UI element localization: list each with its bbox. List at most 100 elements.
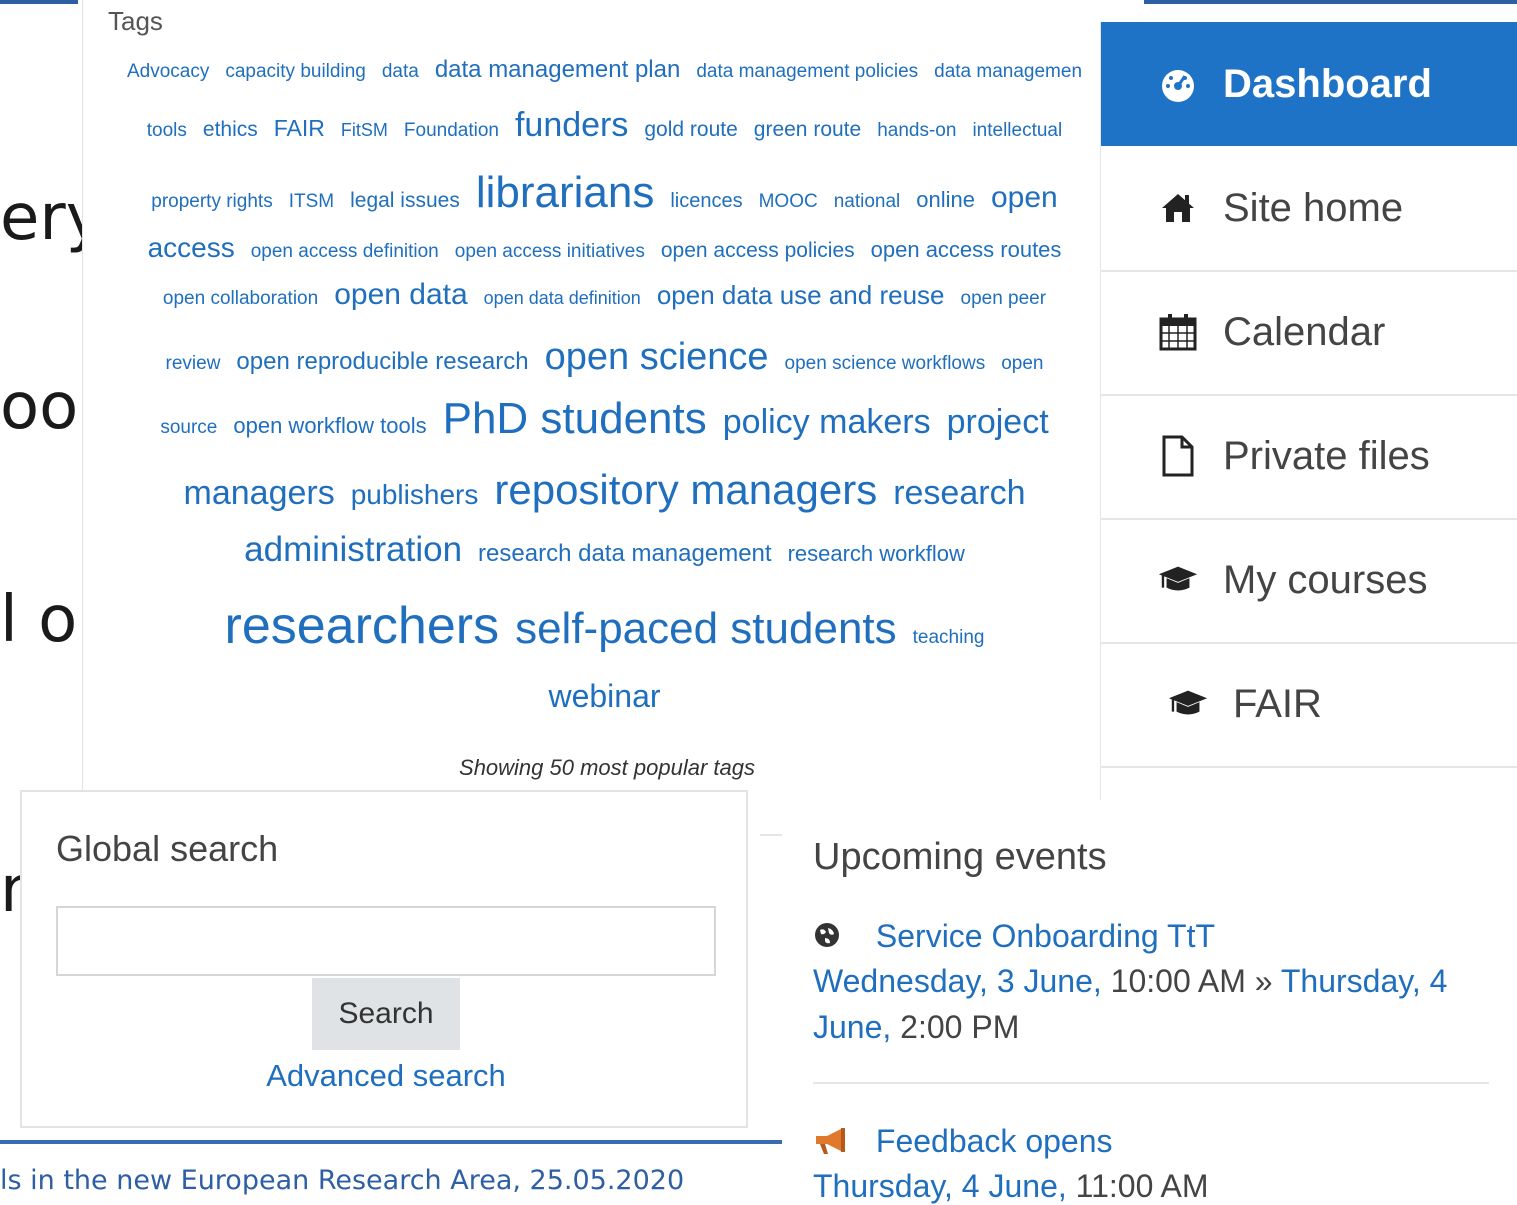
event-item: Feedback opens bbox=[813, 1123, 1113, 1164]
tag-link[interactable]: data managemen bbox=[934, 61, 1082, 83]
tag-link[interactable]: repository managers bbox=[494, 466, 877, 514]
nav-item-private-files[interactable]: Private files bbox=[1101, 394, 1517, 520]
event-date-link[interactable]: Wednesday, 3 June, bbox=[813, 963, 1102, 999]
tag-link[interactable]: open access definition bbox=[251, 241, 439, 263]
globe-icon bbox=[813, 920, 845, 957]
tag-link[interactable]: national bbox=[834, 191, 901, 213]
tag-link[interactable]: data management plan bbox=[435, 56, 681, 84]
tag-link[interactable]: ITSM bbox=[289, 191, 334, 213]
dashboard-icon bbox=[1157, 63, 1199, 105]
tag-link[interactable]: open access routes bbox=[871, 237, 1062, 263]
tag-link[interactable]: research bbox=[893, 474, 1025, 513]
tag-cloud-line: administration research data management re… bbox=[112, 530, 1097, 570]
tag-link[interactable]: self-paced students bbox=[515, 604, 897, 654]
tag-link[interactable]: property rights bbox=[151, 191, 272, 213]
search-button[interactable]: Search bbox=[312, 978, 460, 1050]
divider bbox=[813, 1082, 1489, 1084]
tag-link[interactable]: project bbox=[947, 403, 1049, 442]
tag-cloud-line: open collaboration open data open data def… bbox=[112, 278, 1097, 312]
slide-top-line bbox=[0, 0, 78, 4]
tag-link[interactable]: research data management bbox=[478, 540, 772, 568]
tag-link[interactable]: FAIR bbox=[274, 115, 325, 142]
file-icon bbox=[1157, 435, 1199, 477]
tag-link[interactable]: hands-on bbox=[877, 120, 956, 142]
tag-link[interactable]: gold route bbox=[644, 118, 737, 142]
advanced-search-link: Advanced search bbox=[22, 1058, 750, 1094]
tag-link[interactable]: access bbox=[148, 232, 235, 264]
tag-link[interactable]: researchers bbox=[225, 596, 500, 656]
tag-link[interactable]: open data use and reuse bbox=[657, 280, 945, 311]
nav-item-my-courses[interactable]: My courses bbox=[1101, 518, 1517, 644]
event-time: 2:00 PM bbox=[891, 1009, 1020, 1045]
event-time-range-cont: June, 2:00 PM bbox=[813, 1009, 1019, 1046]
tag-link[interactable]: librarians bbox=[476, 168, 655, 218]
graduation-cap-icon bbox=[1157, 559, 1199, 601]
upcoming-events-title: Upcoming events bbox=[813, 836, 1107, 878]
tag-link[interactable]: webinar bbox=[548, 678, 660, 715]
event-date-link[interactable]: Thursday, 4 bbox=[1281, 963, 1448, 999]
tag-link[interactable]: open reproducible research bbox=[236, 348, 528, 376]
tag-link[interactable]: data management policies bbox=[696, 61, 918, 83]
tag-link[interactable]: Foundation bbox=[404, 120, 499, 142]
tag-link[interactable]: FitSM bbox=[341, 120, 388, 141]
tag-link[interactable]: open peer bbox=[961, 288, 1047, 310]
event-name-link[interactable]: Service Onboarding TtT bbox=[876, 918, 1215, 954]
tag-link[interactable]: ethics bbox=[203, 118, 258, 142]
tag-link[interactable]: online bbox=[916, 187, 975, 213]
event-name-link[interactable]: Feedback opens bbox=[876, 1123, 1113, 1159]
advanced-search-link-text[interactable]: Advanced search bbox=[266, 1058, 506, 1093]
tag-link[interactable]: policy makers bbox=[723, 403, 931, 442]
tag-link[interactable]: administration bbox=[244, 530, 462, 570]
tag-link[interactable]: green route bbox=[754, 118, 861, 142]
tag-link[interactable]: managers bbox=[184, 474, 335, 513]
tag-link[interactable]: tools bbox=[147, 120, 187, 142]
event-date-link[interactable]: June, bbox=[813, 1009, 891, 1045]
nav-item-label: Calendar bbox=[1223, 309, 1386, 354]
tag-link[interactable]: research workflow bbox=[788, 541, 965, 567]
tag-link[interactable]: data bbox=[382, 61, 419, 83]
tag-link[interactable]: intellectual bbox=[972, 120, 1062, 142]
calendar-icon bbox=[1157, 311, 1199, 353]
tag-link[interactable]: source bbox=[160, 417, 217, 439]
event-date-link[interactable]: Thursday, 4 June, bbox=[813, 1168, 1067, 1204]
tag-link[interactable]: open science workflows bbox=[785, 353, 986, 375]
tag-link[interactable]: teaching bbox=[913, 627, 985, 649]
event-item: Service Onboarding TtT bbox=[813, 918, 1215, 957]
tag-link[interactable]: publishers bbox=[351, 479, 479, 511]
tag-link[interactable]: MOOC bbox=[759, 191, 818, 213]
nav-item-label: My courses bbox=[1223, 557, 1428, 602]
tag-link[interactable]: capacity building bbox=[225, 61, 365, 83]
tag-link[interactable]: open access policies bbox=[661, 239, 855, 263]
tag-link[interactable]: PhD students bbox=[443, 394, 707, 444]
tag-cloud-line: access open access definition open access … bbox=[112, 232, 1097, 264]
nav-item-label: Private files bbox=[1223, 433, 1430, 478]
tag-link[interactable]: open data definition bbox=[484, 288, 641, 309]
tag-link[interactable]: review bbox=[166, 353, 221, 375]
event-time: 11:00 AM bbox=[1066, 1168, 1209, 1204]
tag-link[interactable]: open collaboration bbox=[163, 288, 318, 310]
tag-link[interactable]: open bbox=[1001, 353, 1043, 375]
event-time-range: Wednesday, 3 June, 10:00 AM » Thursday, … bbox=[813, 963, 1447, 1000]
tag-link[interactable]: licences bbox=[670, 190, 742, 213]
tag-link[interactable]: Advocacy bbox=[127, 61, 209, 83]
nav-item-label: Site home bbox=[1223, 185, 1404, 230]
tag-cloud-line: property rights ITSM legal issues librarian… bbox=[112, 168, 1097, 218]
tags-note: Showing 50 most popular tags bbox=[459, 755, 755, 780]
slide-footer-text: ls in the new European Research Area, 25… bbox=[0, 1165, 685, 1196]
nav-item-calendar[interactable]: Calendar bbox=[1101, 270, 1517, 396]
tag-link[interactable]: open access initiatives bbox=[455, 241, 645, 263]
tag-link[interactable]: open workflow tools bbox=[233, 413, 426, 439]
tag-link[interactable]: open science bbox=[545, 336, 769, 379]
nav-item-site-home[interactable]: Site home bbox=[1101, 146, 1517, 272]
tag-link[interactable]: open bbox=[991, 181, 1058, 215]
divider bbox=[760, 834, 782, 836]
nav-item-label: FAIR bbox=[1233, 681, 1322, 726]
nav-item-dashboard[interactable]: Dashboard bbox=[1101, 22, 1517, 146]
tag-cloud-line: source open workflow tools PhD students pol… bbox=[112, 394, 1097, 444]
tag-link[interactable]: open data bbox=[334, 278, 467, 312]
search-input[interactable] bbox=[56, 906, 716, 976]
tag-link[interactable]: funders bbox=[515, 106, 628, 145]
nav-item-fair[interactable]: FAIR bbox=[1101, 642, 1517, 768]
tag-cloud-line: researchers self-paced students teaching bbox=[112, 596, 1097, 656]
tag-link[interactable]: legal issues bbox=[350, 189, 460, 213]
